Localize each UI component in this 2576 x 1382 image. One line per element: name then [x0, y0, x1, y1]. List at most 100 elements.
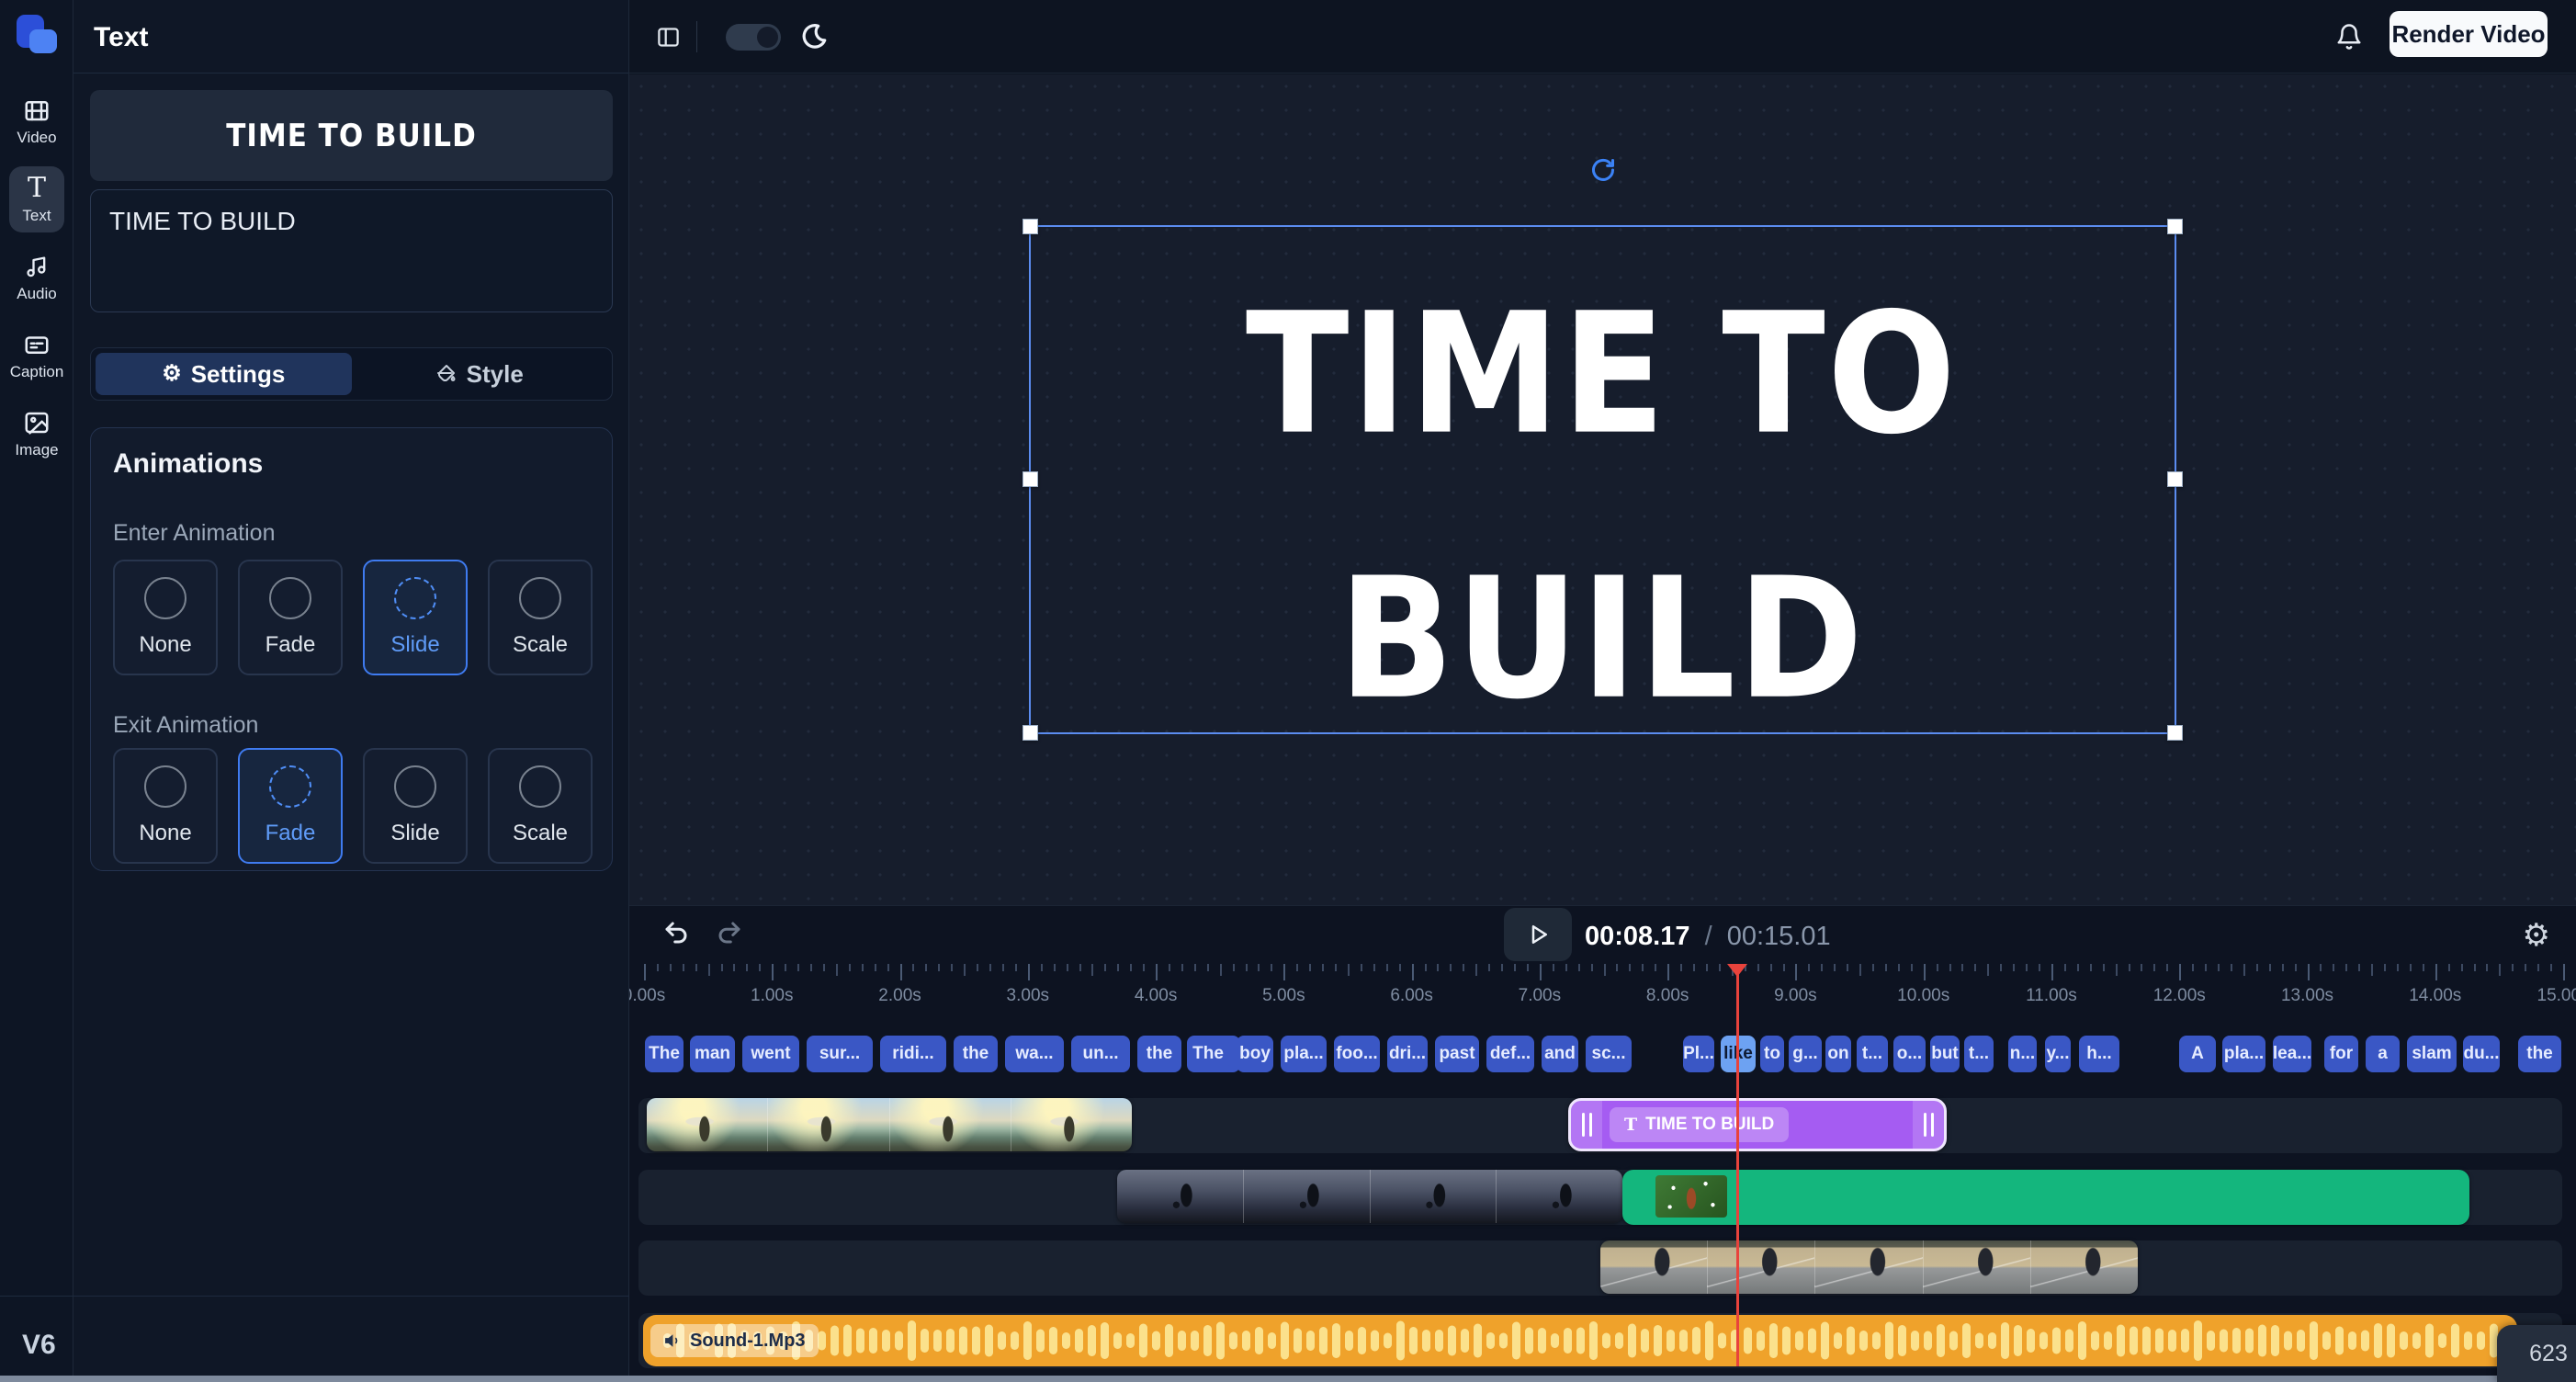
resize-handle-top-right[interactable] — [2167, 219, 2183, 234]
caption-word-chip[interactable]: pla... — [2222, 1036, 2265, 1072]
enter-animation-option-fade[interactable]: Fade — [238, 560, 343, 675]
sidebar-item-image[interactable]: Image — [9, 401, 64, 467]
animation-preview-circle — [144, 577, 186, 619]
caption-word-chip[interactable]: but — [1930, 1036, 1960, 1072]
caption-word-chip[interactable]: the — [954, 1036, 998, 1072]
cycling-video-clip[interactable] — [1600, 1240, 2138, 1294]
caption-word-chip[interactable]: t... — [1964, 1036, 1994, 1072]
sidebar-toggle-button[interactable] — [656, 25, 681, 50]
exit-animation-option-slide[interactable]: Slide — [363, 748, 468, 864]
caption-word-chip[interactable]: boy — [1237, 1036, 1273, 1072]
caption-word-chip[interactable]: for — [2324, 1036, 2358, 1072]
soccer-video-clip[interactable] — [1117, 1170, 1622, 1223]
theme-toggle-switch[interactable] — [726, 24, 781, 51]
sidebar-item-caption[interactable]: Caption — [9, 323, 64, 389]
caption-word-chip[interactable]: the — [2518, 1036, 2561, 1072]
undo-button[interactable] — [662, 919, 692, 948]
enter-animation-option-slide[interactable]: Slide — [363, 560, 468, 675]
text-icon: T — [1624, 1116, 1637, 1134]
canvas-area[interactable]: TIME TO BUILD — [629, 74, 2576, 905]
caption-word-chip[interactable]: du... — [2463, 1036, 2500, 1072]
timeline-text-clip[interactable]: T TIME TO BUILD — [1568, 1098, 1947, 1151]
caption-word-chip[interactable]: ridi... — [880, 1036, 946, 1072]
caption-word-chip[interactable]: dri... — [1387, 1036, 1428, 1072]
surf-video-clip[interactable] — [647, 1098, 1132, 1151]
tab-settings[interactable]: ⚙ Settings — [96, 353, 352, 395]
caption-word-chip[interactable]: and — [1542, 1036, 1578, 1072]
resize-handle-bottom-right[interactable] — [2167, 725, 2183, 741]
notifications-bell-icon[interactable] — [2335, 23, 2363, 51]
text-content-input[interactable]: TIME TO BUILD — [90, 189, 613, 312]
caption-word-chip[interactable]: n... — [2008, 1036, 2037, 1072]
waveform-bar — [1666, 1330, 1675, 1352]
timeline-audio-clip[interactable]: Sound-1.Mp3 — [643, 1315, 2517, 1366]
exit-animation-option-scale[interactable]: Scale — [488, 748, 593, 864]
ruler-tick — [1002, 964, 1004, 971]
waveform-bar — [856, 1329, 864, 1354]
caption-word-chip[interactable]: The — [1187, 1036, 1229, 1072]
redo-button[interactable] — [716, 919, 745, 948]
caption-word-chip[interactable]: sur... — [807, 1036, 873, 1072]
waveform-bar — [1782, 1327, 1791, 1355]
caption-word-chip[interactable]: slam — [2407, 1036, 2457, 1072]
caption-word-chip[interactable]: foo... — [1334, 1036, 1380, 1072]
playhead-marker[interactable] — [1727, 964, 1747, 977]
clip-trim-handle-left[interactable] — [1571, 1101, 1602, 1149]
resize-handle-top-left[interactable] — [1022, 219, 1038, 234]
caption-word-chip[interactable]: def... — [1486, 1036, 1534, 1072]
ruler-label: 7.00s — [1519, 986, 1561, 1006]
dark-mode-moon-icon[interactable] — [799, 22, 829, 51]
ruler-tick — [2077, 964, 2079, 971]
caption-word-chip[interactable]: o... — [1893, 1036, 1926, 1072]
caption-word-chip[interactable]: sc... — [1586, 1036, 1632, 1072]
text-preview-card[interactable]: TIME TO BUILD — [90, 90, 613, 181]
caption-word-chip[interactable]: A — [2179, 1036, 2216, 1072]
sidebar-item-text[interactable]: TText — [9, 166, 64, 232]
play-button[interactable] — [1504, 908, 1572, 961]
caption-word-chip[interactable]: y... — [2045, 1036, 2071, 1072]
rotate-handle-icon[interactable] — [1590, 157, 1616, 183]
sidebar-item-audio[interactable]: Audio — [9, 244, 64, 311]
timeline: 00:08.17 / 00:15.01 ⚙ 0.00s1.00s2.00s3.0… — [629, 905, 2576, 1382]
caption-word-chip[interactable]: past — [1435, 1036, 1479, 1072]
caption-word-chip[interactable]: g... — [1789, 1036, 1822, 1072]
waveform-bar — [972, 1327, 980, 1355]
caption-word-chip[interactable]: un... — [1071, 1036, 1130, 1072]
animation-option-label: Fade — [266, 821, 316, 846]
app-logo[interactable] — [15, 13, 59, 57]
ruler-tick — [1578, 964, 1580, 971]
exit-animation-option-fade[interactable]: Fade — [238, 748, 343, 864]
clip-trim-handle-right[interactable] — [1913, 1101, 1944, 1149]
caption-word-chip[interactable]: h... — [2079, 1036, 2119, 1072]
sidebar-item-video[interactable]: Video — [9, 88, 64, 154]
caption-word-chip[interactable]: Pl... — [1683, 1036, 1714, 1072]
caption-word-chip[interactable]: pla... — [1281, 1036, 1327, 1072]
resize-handle-mid-left[interactable] — [1022, 471, 1038, 487]
horizontal-scrollbar[interactable] — [0, 1376, 2576, 1382]
caption-word-chip[interactable]: lea... — [2273, 1036, 2311, 1072]
caption-word-chip[interactable]: to — [1760, 1036, 1784, 1072]
enter-animation-option-none[interactable]: None — [113, 560, 218, 675]
caption-word-chip[interactable]: wa... — [1005, 1036, 1064, 1072]
caption-word-chip[interactable]: The — [645, 1036, 684, 1072]
ruler-tick — [1463, 964, 1464, 971]
tab-style[interactable]: Style — [352, 353, 608, 395]
selection-bounding-box[interactable] — [1029, 225, 2176, 734]
caption-word-chip[interactable]: went — [742, 1036, 799, 1072]
play-icon — [1524, 921, 1552, 948]
ruler-tick — [772, 964, 774, 980]
resize-handle-bottom-left[interactable] — [1022, 725, 1038, 741]
caption-word-chip[interactable]: t... — [1857, 1036, 1888, 1072]
caption-word-chip[interactable]: the — [1137, 1036, 1181, 1072]
render-video-button[interactable]: Render Video — [2390, 11, 2548, 57]
caption-word-chip[interactable]: a — [2366, 1036, 2400, 1072]
exit-animation-option-none[interactable]: None — [113, 748, 218, 864]
enter-animation-option-scale[interactable]: Scale — [488, 560, 593, 675]
timeline-green-clip[interactable] — [1622, 1170, 2469, 1225]
caption-word-chip[interactable]: on — [1825, 1036, 1851, 1072]
resize-handle-mid-right[interactable] — [2167, 471, 2183, 487]
timeline-settings-gear-icon[interactable]: ⚙ — [2523, 917, 2550, 954]
caption-word-chip[interactable]: man — [690, 1036, 735, 1072]
playhead-line[interactable] — [1736, 964, 1739, 1366]
timeline-ruler[interactable]: 0.00s1.00s2.00s3.00s4.00s5.00s6.00s7.00s… — [629, 964, 2576, 1014]
